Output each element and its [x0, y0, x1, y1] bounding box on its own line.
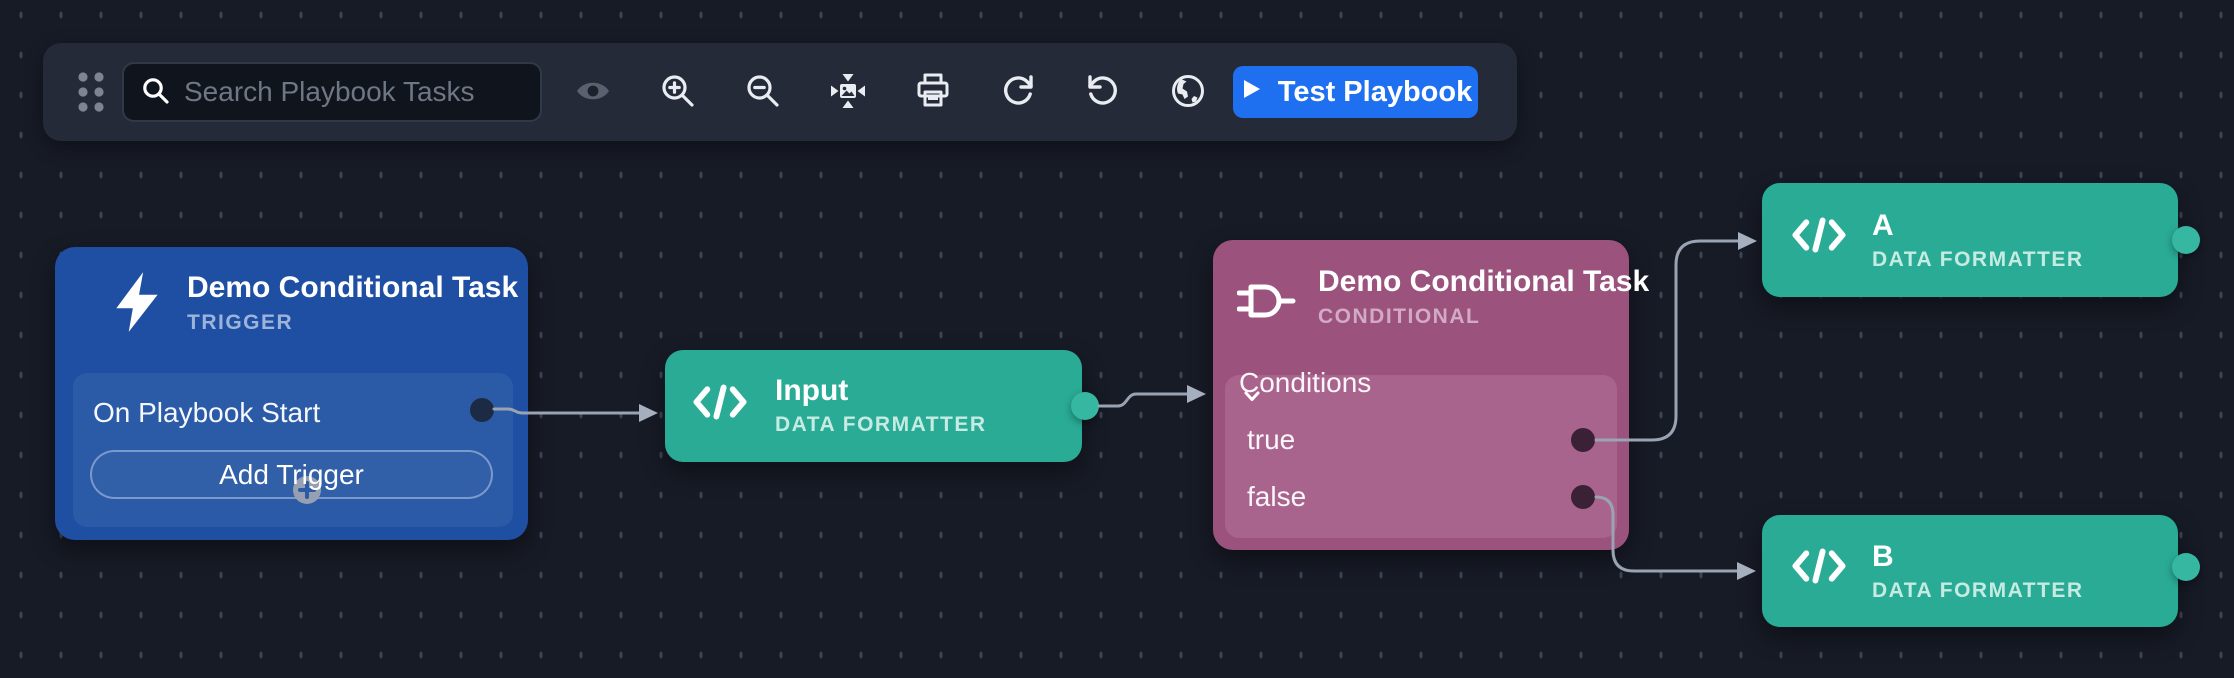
- node-conditional[interactable]: Demo Conditional Task CONDITIONAL Condit…: [1213, 240, 1629, 550]
- conditions-panel: Conditions true false: [1225, 375, 1617, 538]
- rotate-cw-button[interactable]: [986, 60, 1050, 124]
- rotate-cw-icon: [999, 72, 1037, 113]
- branch-false-label: false: [1247, 481, 1306, 513]
- fit-view-icon: [829, 72, 867, 113]
- print-icon: [914, 72, 952, 113]
- node-title: A: [1872, 209, 1894, 243]
- node-title: Demo Conditional Task: [1318, 265, 1649, 299]
- fit-view-button[interactable]: [816, 60, 880, 124]
- canvas-toolbar: Test Playbook: [43, 43, 1517, 141]
- node-title: Demo Conditional Task: [187, 271, 518, 305]
- search-input[interactable]: [184, 76, 524, 108]
- node-title: B: [1872, 540, 1894, 574]
- trigger-event-label: On Playbook Start: [93, 397, 320, 429]
- visibility-button[interactable]: [561, 60, 625, 124]
- play-icon: [1239, 76, 1263, 109]
- node-type-label: DATA FORMATTER: [1872, 248, 2084, 272]
- branch-true-label: true: [1247, 424, 1295, 456]
- rotate-ccw-icon: [1084, 72, 1122, 113]
- add-trigger-label: Add Trigger: [219, 459, 364, 491]
- node-input-formatter[interactable]: Input DATA FORMATTER: [665, 350, 1082, 462]
- node-type-label: TRIGGER: [187, 311, 293, 335]
- conditions-section-label: Conditions: [1239, 367, 1371, 399]
- print-button[interactable]: [901, 60, 965, 124]
- zoom-out-button[interactable]: [731, 60, 795, 124]
- false-output-port[interactable]: [1571, 485, 1595, 509]
- node-trigger[interactable]: Demo Conditional Task TRIGGER On Playboo…: [55, 247, 528, 540]
- drag-handle-icon[interactable]: [73, 68, 109, 116]
- test-playbook-button[interactable]: Test Playbook: [1233, 66, 1478, 118]
- test-playbook-label: Test Playbook: [1278, 76, 1472, 109]
- b-output-port[interactable]: [2172, 553, 2200, 581]
- edge-input-to-conditional[interactable]: [1099, 385, 1206, 406]
- rotate-ccw-button[interactable]: [1071, 60, 1135, 124]
- node-type-label: DATA FORMATTER: [1872, 579, 2084, 603]
- a-output-port[interactable]: [2172, 226, 2200, 254]
- node-title: Input: [775, 374, 848, 408]
- eye-icon: [574, 72, 612, 113]
- globe-icon: [1169, 72, 1207, 113]
- search-box: [122, 62, 542, 122]
- zoom-in-icon: [659, 72, 697, 113]
- zoom-in-button[interactable]: [646, 60, 710, 124]
- node-formatter-b[interactable]: B DATA FORMATTER: [1762, 515, 2178, 627]
- trigger-output-port[interactable]: [470, 398, 494, 422]
- search-icon: [140, 75, 170, 110]
- input-output-port[interactable]: [1071, 392, 1099, 420]
- true-output-port[interactable]: [1571, 428, 1595, 452]
- globe-button[interactable]: [1156, 60, 1220, 124]
- node-formatter-a[interactable]: A DATA FORMATTER: [1762, 183, 2178, 297]
- node-type-label: DATA FORMATTER: [775, 413, 987, 437]
- node-type-label: CONDITIONAL: [1318, 305, 1480, 329]
- add-trigger-button[interactable]: Add Trigger: [90, 450, 493, 499]
- zoom-out-icon: [744, 72, 782, 113]
- trigger-panel: On Playbook Start Add Trigger: [73, 373, 513, 527]
